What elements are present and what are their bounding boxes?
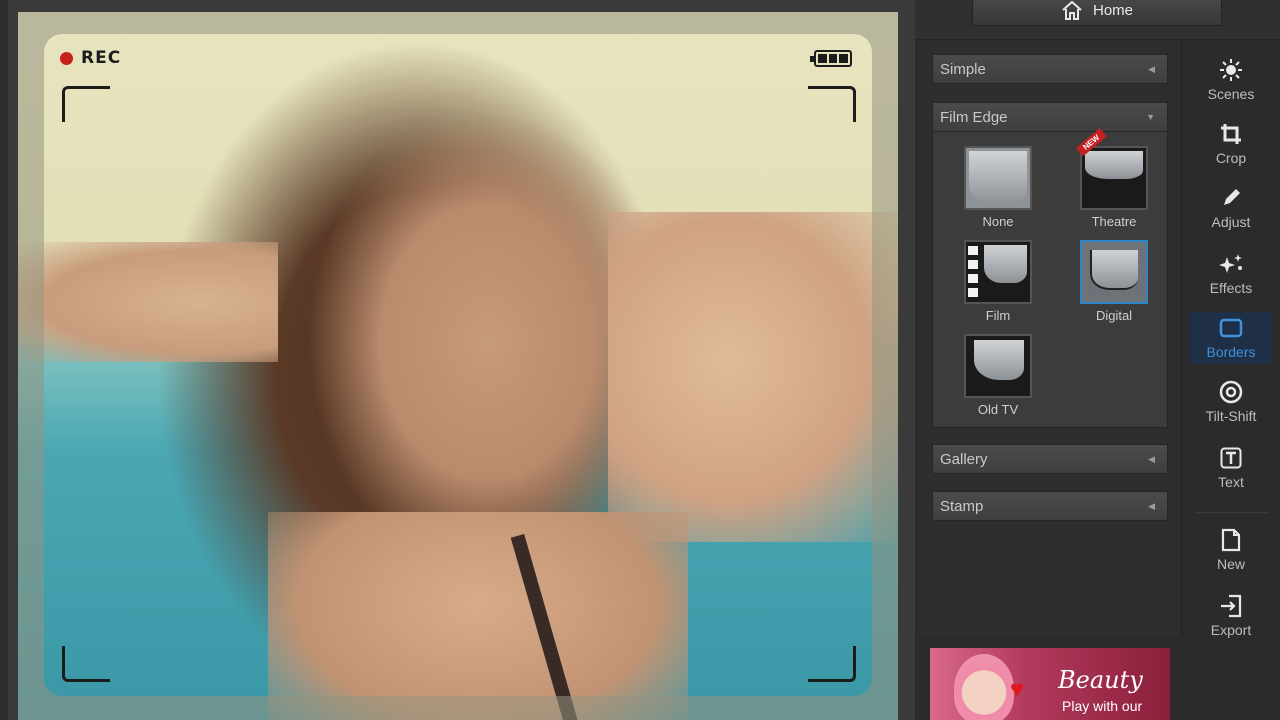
tool-new[interactable]: New	[1190, 524, 1272, 576]
tool-label: Text	[1218, 474, 1244, 490]
collapse-arrow-icon: ◀	[1148, 500, 1155, 511]
collapse-arrow-icon: ◀	[1148, 63, 1155, 74]
photo-canvas[interactable]: REC	[18, 12, 898, 720]
border-thumb-none	[964, 146, 1032, 210]
ad-title: Beauty	[1058, 666, 1143, 694]
home-icon	[1062, 0, 1082, 20]
expand-arrow-icon: ▼	[1146, 112, 1155, 122]
battery-icon	[810, 50, 852, 67]
border-option-theatre[interactable]: NEW Theatre	[1076, 128, 1150, 229]
section-gallery-label: Gallery	[940, 450, 988, 468]
section-film-edge-label: Film Edge	[940, 108, 1008, 126]
border-thumb-film	[964, 240, 1032, 304]
canvas-area: REC	[0, 0, 915, 720]
heart-lollipop-icon: ♥	[1010, 676, 1025, 703]
tool-bar: Scenes Crop Adjust Effects Borders Tilt-…	[1182, 40, 1280, 720]
export-icon	[1218, 594, 1244, 618]
tool-export[interactable]: Export	[1190, 590, 1272, 642]
tool-label: Tilt-Shift	[1205, 408, 1257, 424]
viewfinder-corner-bottom-left	[62, 646, 110, 682]
tool-label: Effects	[1209, 280, 1253, 296]
tool-label: Borders	[1206, 344, 1256, 360]
sun-icon	[1218, 58, 1244, 82]
tool-borders[interactable]: Borders	[1190, 312, 1272, 364]
tool-tilt-shift[interactable]: Tilt-Shift	[1190, 376, 1272, 428]
text-icon	[1218, 446, 1244, 470]
border-thumb-old-tv	[964, 334, 1032, 398]
viewfinder-corner-top-right	[808, 86, 856, 122]
tool-scenes[interactable]: Scenes	[1190, 54, 1272, 106]
border-option-digital[interactable]: Digital	[1078, 240, 1150, 323]
sparkle-icon	[1218, 252, 1244, 276]
border-option-label: Old TV	[977, 402, 1019, 417]
border-option-label: Film	[985, 308, 1011, 323]
ad-subtitle: Play with our	[1062, 698, 1143, 714]
collapse-arrow-icon: ◀	[1148, 453, 1155, 464]
tool-divider	[1196, 512, 1268, 513]
options-panel: Simple ◀ Film Edge ▼ None NEW Theatre Fi…	[918, 40, 1182, 635]
tool-label: Crop	[1215, 150, 1247, 166]
new-file-icon	[1218, 528, 1244, 552]
border-option-label: Theatre	[1091, 214, 1137, 229]
border-option-label: Digital	[1095, 308, 1133, 323]
tool-label: Scenes	[1207, 86, 1255, 102]
tilt-shift-icon	[1218, 380, 1244, 404]
border-icon	[1218, 316, 1244, 340]
section-gallery[interactable]: Gallery ◀	[932, 444, 1168, 474]
border-option-film[interactable]: Film	[962, 240, 1034, 323]
rec-dot-icon	[60, 51, 73, 65]
canvas-edge	[0, 0, 8, 720]
section-simple[interactable]: Simple ◀	[932, 54, 1168, 84]
section-film-edge[interactable]: Film Edge ▼	[932, 102, 1168, 132]
tool-text[interactable]: Text	[1190, 442, 1272, 494]
border-option-old-tv[interactable]: Old TV	[962, 334, 1034, 417]
tool-label: Adjust	[1211, 214, 1251, 230]
viewfinder-border-overlay	[44, 34, 872, 696]
pencil-icon	[1218, 186, 1244, 210]
tool-crop[interactable]: Crop	[1190, 118, 1272, 170]
viewfinder-corner-top-left	[62, 86, 110, 122]
ad-banner[interactable]: ♥ Beauty Play with our	[930, 648, 1170, 720]
home-button[interactable]: Home	[972, 0, 1222, 26]
crop-icon	[1218, 122, 1244, 146]
section-stamp-label: Stamp	[940, 497, 984, 515]
tool-effects[interactable]: Effects	[1190, 248, 1272, 300]
border-option-none[interactable]: None	[962, 146, 1034, 229]
rec-label: REC	[81, 48, 122, 68]
border-option-label: None	[982, 214, 1014, 229]
tool-adjust[interactable]: Adjust	[1190, 182, 1272, 234]
viewfinder-corner-bottom-right	[808, 646, 856, 682]
border-thumb-theatre	[1080, 146, 1148, 210]
border-thumb-digital	[1080, 240, 1148, 304]
ad-model-image	[954, 654, 1014, 720]
tool-label: Export	[1210, 622, 1252, 638]
film-edge-options: None NEW Theatre Film Digital Old TV	[932, 128, 1168, 428]
rec-indicator: REC	[60, 48, 121, 68]
section-simple-label: Simple	[940, 60, 986, 78]
tool-label: New	[1216, 556, 1245, 572]
home-label: Home	[1092, 1, 1133, 19]
section-stamp[interactable]: Stamp ◀	[932, 491, 1168, 521]
